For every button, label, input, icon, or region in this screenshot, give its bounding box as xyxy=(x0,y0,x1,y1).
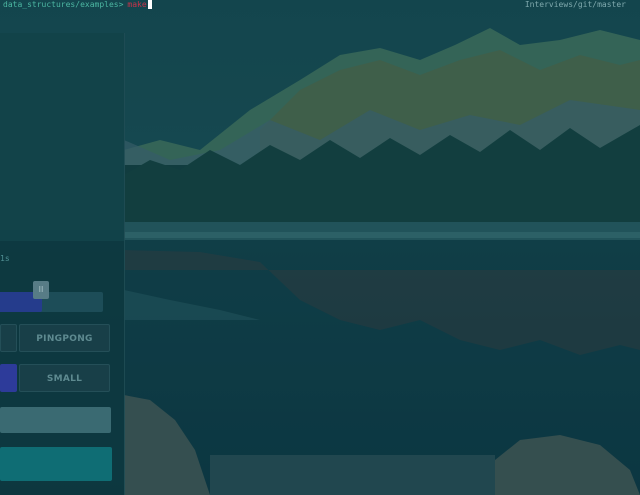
action-bar-primary[interactable] xyxy=(0,447,112,481)
pingpong-button[interactable]: PINGPONG xyxy=(19,324,110,352)
text-cursor xyxy=(147,0,152,9)
pause-icon[interactable]: II xyxy=(33,281,49,299)
mode-option-button[interactable] xyxy=(0,324,17,352)
terminal-prompt[interactable]: data_structures/examples> make xyxy=(3,0,152,10)
prompt-path: data_structures/examples> xyxy=(3,0,124,9)
small-button[interactable]: SMALL xyxy=(19,364,110,392)
size-option-button-selected[interactable] xyxy=(0,364,17,392)
panel-preview-area xyxy=(0,33,124,241)
prompt-command: make xyxy=(127,0,147,9)
speed-value-label: 1s xyxy=(0,254,10,263)
git-branch-info: Interviews/git/master xyxy=(524,0,626,9)
action-bar-secondary[interactable] xyxy=(0,407,111,433)
